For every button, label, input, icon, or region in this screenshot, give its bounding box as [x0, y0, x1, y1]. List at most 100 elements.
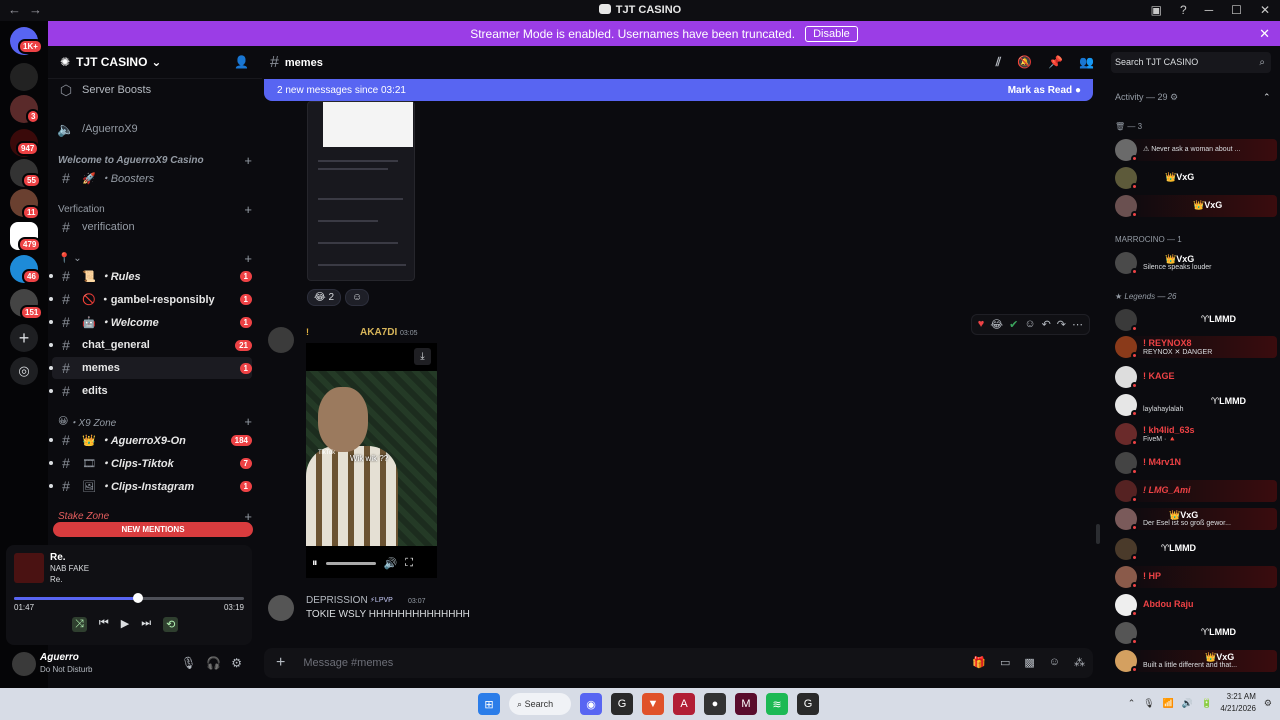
add-reaction-button[interactable]: ☺	[345, 289, 370, 306]
channel-clips-tiktok[interactable]: # 🎞 ・Clips-Tiktok 7	[49, 452, 252, 474]
member-item[interactable]: 👑VxG Der Esel ist so groß gewor...	[1115, 508, 1277, 531]
category-verification[interactable]: Verfication +	[58, 201, 252, 217]
add-reaction-icon[interactable]: ☺	[1024, 318, 1035, 331]
progress-knob[interactable]	[133, 593, 144, 603]
message-author[interactable]: DEPRISSION	[306, 595, 368, 606]
add-channel-icon[interactable]: +	[244, 153, 252, 168]
shuffle-icon[interactable]: ⤨	[72, 617, 87, 632]
server-header[interactable]: ✺ TJT CASINO ⌄ 👤	[48, 46, 262, 79]
chat-scrollbar[interactable]	[1096, 524, 1100, 544]
wifi-icon[interactable]: 📶	[1163, 698, 1174, 709]
chevron-up-icon[interactable]: ⌃	[1128, 698, 1136, 709]
avatar[interactable]	[268, 327, 294, 353]
taskbar-search[interactable]: ⌕ Search	[509, 693, 571, 715]
invite-people-icon[interactable]: 👤	[234, 55, 249, 69]
track-progress-bar[interactable]	[14, 593, 244, 603]
help-icon[interactable]: ?	[1180, 3, 1187, 17]
activity-header[interactable]: Activity — 29 ⚙ ⌃	[1115, 92, 1271, 103]
sticker-icon[interactable]: ▩	[1024, 656, 1034, 669]
gift-icon[interactable]: 🎁	[972, 656, 986, 669]
member-item[interactable]: 👑VxG Built a little different and that...	[1115, 650, 1277, 673]
forward-icon[interactable]: ↷	[1057, 318, 1066, 331]
app-g-icon[interactable]: G	[611, 693, 633, 715]
discover-icon[interactable]: ◎	[10, 357, 38, 385]
member-list-icon[interactable]: 👥	[1079, 55, 1094, 70]
member-item[interactable]: 👑VxG Silence speaks louder	[1115, 252, 1277, 275]
microphone-icon[interactable]: 🎙	[1143, 698, 1154, 709]
member-item[interactable]: ♈LMMD	[1115, 538, 1277, 561]
guild-icon[interactable]	[10, 63, 38, 91]
app-a-icon[interactable]: A	[673, 693, 695, 715]
notification-icon[interactable]: ⚙	[1264, 698, 1272, 709]
username[interactable]: Aguerro	[40, 652, 79, 663]
member-item[interactable]: Abdou Raju	[1115, 594, 1277, 617]
windows-start-icon[interactable]: ⊞	[478, 693, 500, 715]
member-item[interactable]: ! kh4lid_63s FiveM · 🔺	[1115, 423, 1277, 446]
member-item[interactable]: ! KAGE	[1115, 366, 1277, 389]
member-item[interactable]: ! M4rv1N	[1115, 452, 1277, 475]
new-mentions-pill[interactable]: NEW MENTIONS	[53, 522, 253, 537]
disable-streamer-button[interactable]: Disable	[805, 25, 858, 42]
channel-edits[interactable]: # edits	[49, 380, 252, 402]
member-item[interactable]: ! HP	[1115, 566, 1277, 589]
system-clock[interactable]: 3:21 AM 4/21/2026	[1220, 691, 1256, 715]
category-pinned[interactable]: 📍 ⌄ +	[58, 250, 252, 266]
more-icon[interactable]: ⋯	[1072, 318, 1083, 331]
channel-chat-general[interactable]: # chat_general 21	[49, 334, 252, 356]
pause-icon[interactable]: ⏸	[312, 557, 318, 570]
screenshot-attachment[interactable]	[307, 101, 415, 281]
add-server-icon[interactable]: +	[10, 324, 38, 352]
maximize-button[interactable]: ☐	[1231, 3, 1242, 17]
category-x9-zone[interactable]: 😀 ・X9 Zone +	[58, 413, 252, 429]
channel-aguerrox9-on[interactable]: # 👑 ・AguerroX9-On 184	[49, 429, 252, 451]
close-banner-icon[interactable]: ✕	[1259, 26, 1270, 42]
volume-icon[interactable]: 🔊	[1182, 698, 1193, 709]
channel-memes[interactable]: # memes 1	[49, 357, 252, 379]
message-input[interactable]: Message #memes	[303, 657, 393, 669]
add-channel-icon[interactable]: +	[244, 202, 252, 217]
channel-clips-instagram[interactable]: # 🖼 ・Clips-Instagram 1	[49, 475, 252, 497]
search-input[interactable]: Search TJT CASINO ⌕	[1111, 52, 1271, 73]
avatar[interactable]	[12, 652, 36, 676]
inbox-icon[interactable]: ▣	[1151, 3, 1162, 17]
member-item[interactable]: ♈LMMD	[1115, 309, 1277, 332]
minimize-button[interactable]: ─	[1205, 3, 1214, 17]
member-item[interactable]: 👑VxG	[1115, 167, 1277, 190]
next-icon[interactable]: ⏭	[141, 617, 151, 632]
app-icon[interactable]: ●	[704, 693, 726, 715]
mark-as-read-button[interactable]: Mark as Read ●	[1008, 85, 1081, 96]
message-author[interactable]: AKA7DI	[360, 327, 397, 338]
apps-icon[interactable]: ⁂	[1074, 656, 1085, 669]
video-progress-bar[interactable]	[325, 561, 376, 565]
member-item[interactable]: 👑VxG	[1115, 195, 1277, 218]
channel-rules[interactable]: # 📜 ・Rules 1	[49, 265, 252, 287]
category-welcome[interactable]: Welcome to AguerroX9 Casino +	[58, 152, 252, 168]
check-reaction-icon[interactable]: ✔	[1009, 318, 1018, 331]
member-item[interactable]: ! LMG_Ami	[1115, 480, 1277, 503]
new-messages-bar[interactable]: 2 new messages since 03:21 Mark as Read …	[264, 79, 1093, 101]
threads-icon[interactable]: ⫽	[996, 55, 1001, 70]
spotify-icon[interactable]: ≋	[766, 693, 788, 715]
microphone-icon[interactable]: 🎙	[181, 656, 196, 670]
download-icon[interactable]: ⤓	[414, 348, 431, 365]
server-boosts-item[interactable]: ⬡ Server Boosts	[52, 79, 252, 101]
headphones-icon[interactable]: 🎧	[206, 656, 221, 670]
member-item[interactable]: ♈LMMD	[1115, 622, 1277, 645]
reply-icon[interactable]: ↶	[1042, 318, 1051, 331]
emoji-icon[interactable]: ☺	[1049, 656, 1060, 669]
fullscreen-icon[interactable]: ⛶	[405, 557, 413, 570]
attach-plus-icon[interactable]: +	[276, 654, 285, 672]
play-icon[interactable]: ▶	[121, 617, 129, 632]
member-item[interactable]: ! REYNOX8 REYNOX ✕ DANGER	[1115, 336, 1277, 359]
chevron-up-icon[interactable]: ⌃	[1263, 92, 1271, 103]
volume-icon[interactable]: 🔊	[384, 557, 398, 570]
notification-bell-icon[interactable]: 🔕	[1017, 55, 1032, 70]
close-window-button[interactable]: ✕	[1260, 3, 1270, 17]
heart-reaction-icon[interactable]: ♥	[978, 318, 985, 331]
brave-browser-icon[interactable]: ▼	[642, 693, 664, 715]
settings-gear-icon[interactable]: ⚙	[231, 656, 242, 670]
add-channel-icon[interactable]: +	[244, 414, 252, 429]
add-channel-icon[interactable]: +	[244, 251, 252, 266]
member-item[interactable]: ⚠ Never ask a woman about ...	[1115, 139, 1277, 162]
previous-icon[interactable]: ⏮	[99, 617, 109, 632]
